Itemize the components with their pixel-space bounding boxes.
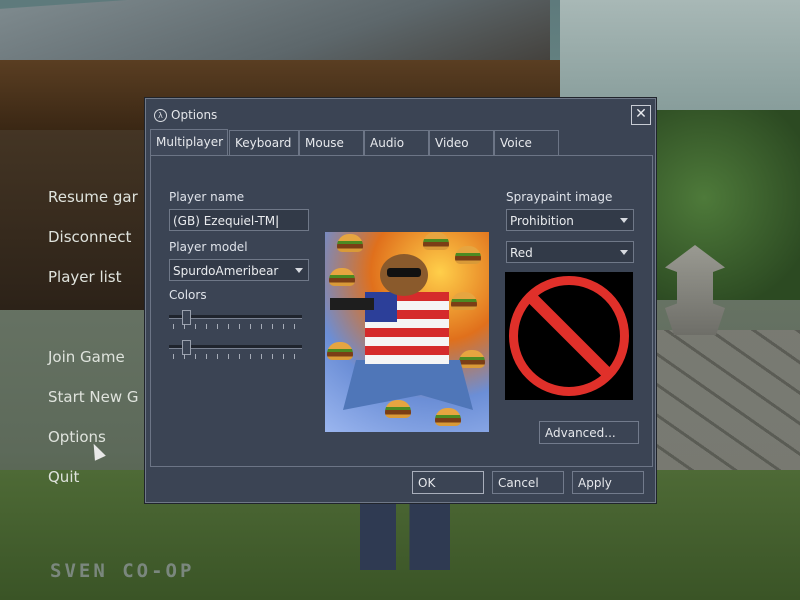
color-slider-top[interactable]: [169, 307, 304, 331]
rifle-icon: [330, 298, 374, 310]
slider-tick: [294, 324, 295, 329]
burger-icon: [385, 400, 411, 418]
burger-icon: [451, 292, 477, 310]
chevron-down-icon: [620, 250, 628, 255]
advanced-button[interactable]: Advanced...: [539, 421, 639, 444]
tab-label: Mouse: [305, 136, 344, 150]
cancel-button[interactable]: Cancel: [492, 471, 564, 494]
slider-tick: [239, 354, 240, 359]
player-model-label: Player model: [169, 240, 248, 254]
ok-button[interactable]: OK: [412, 471, 484, 494]
player-name-label: Player name: [169, 190, 245, 204]
slider-tick: [250, 324, 251, 329]
player-name-input[interactable]: (GB) Ezequiel-TM|: [169, 209, 309, 231]
slider-thumb[interactable]: [182, 340, 191, 355]
player-character-legs: [360, 500, 450, 570]
burger-icon: [327, 342, 353, 360]
slider-tick: [184, 324, 185, 329]
slider-tick: [195, 324, 196, 329]
tab-label: Video: [435, 136, 469, 150]
slider-tick: [228, 324, 229, 329]
sunglasses-icon: [387, 268, 421, 277]
burger-icon: [459, 350, 485, 368]
slider-tick: [206, 324, 207, 329]
player-model-preview: [325, 232, 489, 432]
slider-tick: [195, 354, 196, 359]
player-model-select[interactable]: SpurdoAmeribear: [169, 259, 309, 281]
slider-tick: [217, 354, 218, 359]
slider-tick: [173, 324, 174, 329]
colors-label: Colors: [169, 288, 207, 302]
slider-tick: [272, 324, 273, 329]
spray-color-value: Red: [510, 246, 533, 260]
burger-icon: [329, 268, 355, 286]
slider-thumb[interactable]: [182, 310, 191, 325]
tab-audio[interactable]: Audio: [364, 130, 429, 155]
slider-tick: [217, 324, 218, 329]
tab-multiplayer[interactable]: Multiplayer: [150, 129, 228, 156]
tab-label: Voice: [500, 136, 532, 150]
slider-tick: [206, 354, 207, 359]
spray-image-value: Prohibition: [510, 214, 574, 228]
slider-tick: [228, 354, 229, 359]
burger-icon: [455, 246, 481, 264]
slider-tick: [261, 354, 262, 359]
half-life-lambda-icon: λ: [154, 109, 167, 122]
menu-join-game[interactable]: Join Game: [48, 348, 125, 366]
trees: [640, 110, 800, 330]
color-slider-bottom[interactable]: [169, 337, 304, 361]
chevron-down-icon: [295, 268, 303, 273]
bear-pants: [343, 360, 473, 410]
apply-button[interactable]: Apply: [572, 471, 644, 494]
close-icon[interactable]: ✕: [631, 105, 651, 125]
tab-keyboard[interactable]: Keyboard: [229, 130, 299, 155]
spray-preview: [505, 272, 633, 400]
spraypaint-label: Spraypaint image: [506, 190, 613, 204]
slider-tick: [184, 354, 185, 359]
slider-tick: [250, 354, 251, 359]
tab-label: Multiplayer: [156, 135, 224, 149]
title-bar[interactable]: λ Options ✕: [146, 99, 655, 129]
burger-icon: [435, 408, 461, 426]
tab-video[interactable]: Video: [429, 130, 494, 155]
chevron-down-icon: [620, 218, 628, 223]
player-name-value: (GB) Ezequiel-TM: [173, 214, 276, 228]
tab-label: Audio: [370, 136, 405, 150]
menu-start-new-game[interactable]: Start New G: [48, 388, 139, 406]
tab-voice[interactable]: Voice: [494, 130, 559, 155]
slider-tick: [272, 354, 273, 359]
burger-icon: [337, 234, 363, 252]
slider-tick: [261, 324, 262, 329]
spray-image-select[interactable]: Prohibition: [506, 209, 634, 231]
slider-tick: [239, 324, 240, 329]
burger-icon: [423, 232, 449, 250]
menu-disconnect[interactable]: Disconnect: [48, 228, 131, 246]
player-model-value: SpurdoAmeribear: [173, 264, 279, 278]
slider-tick: [173, 354, 174, 359]
tab-mouse[interactable]: Mouse: [299, 130, 364, 155]
spray-color-select[interactable]: Red: [506, 241, 634, 263]
menu-player-list[interactable]: Player list: [48, 268, 121, 286]
tab-label: Keyboard: [235, 136, 292, 150]
slider-tick: [294, 354, 295, 359]
slider-tick: [283, 324, 284, 329]
dialog-title: Options: [171, 108, 218, 122]
slider-tick: [283, 354, 284, 359]
menu-resume-game[interactable]: Resume gar: [48, 188, 138, 206]
game-logo: SVEN CO-OP: [50, 560, 195, 582]
menu-quit[interactable]: Quit: [48, 468, 79, 486]
